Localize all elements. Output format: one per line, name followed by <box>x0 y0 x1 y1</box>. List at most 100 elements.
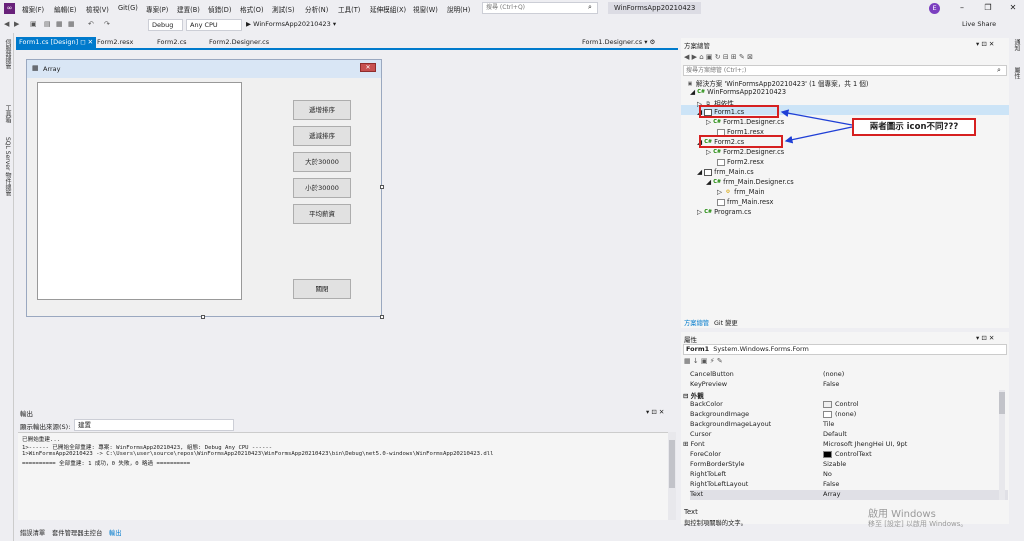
tab-form2-resx[interactable]: Form2.resx <box>94 37 136 48</box>
pane-controls[interactable]: ▾ ⊡ ✕ <box>976 40 994 48</box>
resize-handle-bottom[interactable] <box>201 315 205 319</box>
tab-form1-design[interactable]: Form1.cs [Design] ◻ ✕ <box>16 37 97 48</box>
property-row-selected[interactable]: Text Array <box>690 490 1008 500</box>
sort-ascending-button[interactable]: 遞增排序 <box>293 100 351 120</box>
resize-handle-right[interactable] <box>380 185 384 189</box>
tab-git-changes[interactable]: Git 變更 <box>714 318 738 327</box>
sort-descending-button[interactable]: 遞減排序 <box>293 126 351 146</box>
property-row[interactable]: BackgroundImageLayout Tile <box>690 420 1008 430</box>
server-explorer-tab[interactable]: 伺服器總管 <box>3 39 12 69</box>
restore-icon[interactable]: ❐ <box>981 2 995 14</box>
properties-object-select[interactable]: Form1 System.Windows.Forms.Form <box>683 344 1007 355</box>
form-close-icon[interactable]: ✕ <box>360 63 376 72</box>
search-input[interactable]: 搜尋 (Ctrl+Q) <box>482 2 598 14</box>
save-icon[interactable]: ▦ <box>56 20 63 28</box>
tree-item[interactable]: ◢ frm_Main.cs <box>697 168 754 176</box>
config-select[interactable]: Debug <box>148 19 183 31</box>
tab-package-manager[interactable]: 套件管理器主控台 <box>52 528 102 537</box>
property-category[interactable]: ⊟ 外觀 <box>683 390 1001 400</box>
tree-item[interactable]: ◢ C# frm_Main.Designer.cs <box>706 178 794 186</box>
menu-help[interactable]: 說明(H) <box>447 4 470 14</box>
sql-server-explorer-tab[interactable]: SQL Server 物件總管 <box>3 137 12 196</box>
menu-test[interactable]: 測試(S) <box>272 4 295 14</box>
tab-form1-designer[interactable]: Form1.Designer.cs ▾ ⚙ <box>579 37 658 48</box>
menu-file[interactable]: 檔案(F) <box>22 4 44 14</box>
less-than-button[interactable]: 小於30000 <box>293 178 351 198</box>
start-debugging-button[interactable]: ▶ WinFormsApp20210423 ▾ <box>246 20 336 28</box>
tree-item[interactable]: frm_Main.resx <box>717 198 773 206</box>
listbox[interactable] <box>37 82 242 300</box>
menu-window[interactable]: 視窗(W) <box>413 4 438 14</box>
output-text[interactable]: 已開始重建... 1>------ 已開始全部重建: 專案: WinFormsA… <box>18 432 668 520</box>
tab-error-list[interactable]: 錯誤清單 <box>20 528 45 537</box>
tree-solution[interactable]: ▣ 解決方案 'WinFormsApp20210423' (1 個專案，共 1 個… <box>686 78 869 88</box>
menu-project[interactable]: 專案(P) <box>146 4 168 14</box>
tab-form2-designer[interactable]: Form2.Designer.cs <box>206 37 272 48</box>
tree-label: frm_Main.resx <box>727 198 774 206</box>
visual-studio-logo-icon: ∞ <box>4 3 15 14</box>
solution-toolbar[interactable]: ◀ ▶ ⌂ ▣ ↻ ⊟ ⊞ ✎ ⊠ <box>684 53 753 61</box>
tree-item[interactable]: ▷ ⚙ frm_Main <box>717 188 765 196</box>
property-row[interactable]: KeyPreview False <box>690 380 1008 390</box>
tab-form2-cs[interactable]: Form2.cs <box>154 37 190 48</box>
average-salary-button[interactable]: 平均薪資 <box>293 204 351 224</box>
undo-icon[interactable]: ↶ <box>88 20 94 28</box>
resize-handle-corner[interactable] <box>380 315 384 319</box>
platform-select[interactable]: Any CPU <box>186 19 242 31</box>
form-designer-window[interactable]: ▦ Array ✕ 遞增排序 遞減排序 大於30000 小於30000 平均薪資… <box>26 59 382 317</box>
save-all-icon[interactable]: ▦ <box>68 20 75 28</box>
property-row[interactable]: BackColor Control <box>690 400 1008 410</box>
property-name: BackgroundImage <box>690 410 750 418</box>
forward-icon[interactable]: ▶ <box>14 20 19 28</box>
property-row[interactable]: Cursor Default <box>690 430 1008 440</box>
notifications-tab[interactable]: 通知 <box>1012 39 1021 51</box>
menu-analyze[interactable]: 分析(N) <box>305 4 328 14</box>
solution-search-input[interactable]: 搜尋方案總管 (Ctrl+;) <box>683 65 1007 76</box>
greater-than-button[interactable]: 大於30000 <box>293 152 351 172</box>
tree-item[interactable]: ▷ C# Form2.Designer.cs <box>706 148 784 156</box>
redo-icon[interactable]: ↷ <box>104 20 110 28</box>
tab-output[interactable]: 輸出 <box>109 528 122 537</box>
properties-tab[interactable]: 屬性 <box>1012 67 1021 79</box>
menu-format[interactable]: 格式(O) <box>240 4 264 14</box>
property-row[interactable]: BackgroundImage (none) <box>690 410 1008 420</box>
color-swatch <box>823 400 832 408</box>
back-icon[interactable]: ◀ <box>4 20 9 28</box>
minimize-icon[interactable]: – <box>955 2 969 14</box>
form-icon <box>704 168 713 176</box>
live-share-button[interactable]: Live Share <box>962 20 996 28</box>
menu-view[interactable]: 檢視(V) <box>86 4 109 14</box>
property-row[interactable]: RightToLeft No <box>690 470 1008 480</box>
menu-tools[interactable]: 工具(T) <box>338 4 360 14</box>
menu-edit[interactable]: 編輯(E) <box>54 4 77 14</box>
project-icon: C# <box>697 88 706 95</box>
tree-item[interactable]: ▷ C# Program.cs <box>697 208 751 216</box>
new-item-icon[interactable]: ▣ <box>30 20 37 28</box>
avatar[interactable]: E <box>929 3 940 14</box>
output-scrollbar[interactable] <box>668 432 676 520</box>
property-value: False <box>823 480 840 488</box>
toolbox-tab[interactable]: 工具箱 <box>3 105 12 123</box>
properties-scrollbar[interactable] <box>999 390 1005 500</box>
pane-controls[interactable]: ▾ ⊡ ✕ <box>976 334 994 342</box>
properties-toolbar[interactable]: ▦ ↓ ▣ ⚡ ✎ <box>684 357 723 365</box>
menu-git[interactable]: Git(G) <box>118 4 138 12</box>
property-value: Default <box>823 430 847 438</box>
pane-controls[interactable]: ▾ ⊡ ✕ <box>646 408 664 416</box>
property-row[interactable]: ForeColor ControlText <box>690 450 1008 460</box>
tree-item[interactable]: ▷ C# Form1.Designer.cs <box>706 118 784 126</box>
menu-build[interactable]: 建置(B) <box>177 4 200 14</box>
tree-project[interactable]: ◢ C# WinFormsApp20210423 <box>690 88 786 96</box>
property-row[interactable]: RightToLeftLayout False <box>690 480 1008 490</box>
tree-item[interactable]: Form2.resx <box>717 158 764 166</box>
property-row[interactable]: CancelButton (none) <box>690 370 1008 380</box>
tab-solution-explorer[interactable]: 方案總管 <box>684 318 709 327</box>
close-icon[interactable]: ✕ <box>1006 2 1020 14</box>
property-row[interactable]: ⊞ Font Microsoft JhengHei UI, 9pt <box>683 440 1001 450</box>
menu-debug[interactable]: 偵錯(D) <box>208 4 231 14</box>
output-source-select[interactable]: 建置 <box>74 419 234 431</box>
property-row[interactable]: FormBorderStyle Sizable <box>690 460 1008 470</box>
menu-extensions[interactable]: 延伸模組(X) <box>370 4 406 14</box>
open-icon[interactable]: ▤ <box>44 20 51 28</box>
close-form-button[interactable]: 關閉 <box>293 279 351 299</box>
